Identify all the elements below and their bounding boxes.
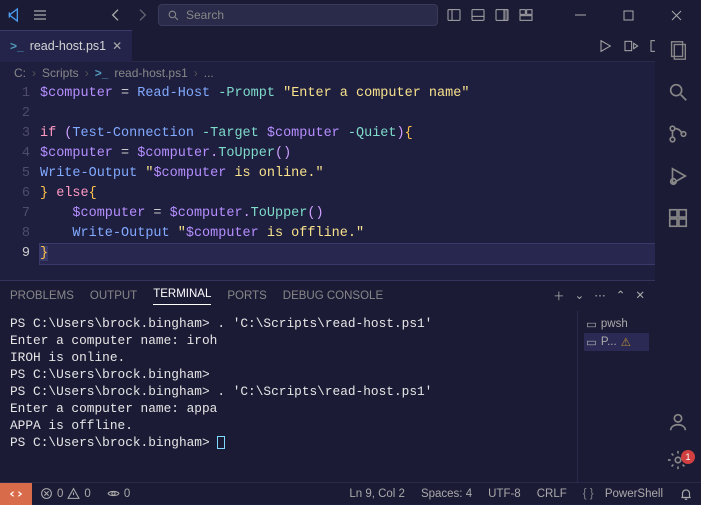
accounts-icon[interactable] xyxy=(666,410,690,434)
run-debug-icon[interactable] xyxy=(666,164,690,188)
line-number-gutter: 1 2 3 4 5 6 7 8 9 xyxy=(0,84,40,264)
window-close-button[interactable] xyxy=(656,0,696,30)
breadcrumb-seg-folder[interactable]: Scripts xyxy=(42,66,79,80)
status-cursor-position[interactable]: Ln 9, Col 2 xyxy=(341,488,413,500)
layout-customize-icon[interactable] xyxy=(518,7,534,23)
new-terminal-button[interactable]: ＋ xyxy=(553,288,565,304)
status-notifications-icon[interactable] xyxy=(671,487,701,501)
search-icon xyxy=(167,9,180,22)
warning-icon: ⚠ xyxy=(621,335,631,349)
panel-tab-debug-console[interactable]: DEBUG CONSOLE xyxy=(283,290,383,302)
code-content[interactable]: $computer = Read-Host -Prompt "Enter a c… xyxy=(40,84,701,264)
layout-sidebar-left-icon[interactable] xyxy=(446,7,462,23)
breadcrumb-seg-drive[interactable]: C: xyxy=(14,66,26,80)
explorer-icon[interactable] xyxy=(666,38,690,62)
bottom-panel: PROBLEMS OUTPUT TERMINAL PORTS DEBUG CON… xyxy=(0,280,655,482)
tab-close-button[interactable]: ✕ xyxy=(112,39,122,53)
breadcrumb-seg-file[interactable]: read-host.ps1 xyxy=(114,66,187,80)
close-panel-button[interactable]: ✕ xyxy=(635,288,645,304)
layout-panel-icon[interactable] xyxy=(470,7,486,23)
window-minimize-button[interactable] xyxy=(560,0,600,30)
powershell-file-icon: >_ xyxy=(95,66,109,80)
breadcrumb[interactable]: C: › Scripts › >_ read-host.ps1 › ... xyxy=(0,62,701,84)
panel-tab-output[interactable]: OUTPUT xyxy=(90,290,137,302)
terminal-shell-icon: ▭ xyxy=(586,317,597,331)
panel-tab-ports[interactable]: PORTS xyxy=(227,290,266,302)
status-encoding[interactable]: UTF-8 xyxy=(480,488,529,500)
status-indentation[interactable]: Spaces: 4 xyxy=(413,488,480,500)
layout-sidebar-right-icon[interactable] xyxy=(494,7,510,23)
terminal-dropdown-icon[interactable]: ⌄ xyxy=(575,288,585,304)
title-bar: Search xyxy=(0,0,701,30)
source-control-icon[interactable] xyxy=(666,122,690,146)
terminal-shell-icon: ▭ xyxy=(586,335,597,349)
bell-icon xyxy=(679,487,693,501)
search-placeholder: Search xyxy=(186,8,224,22)
panel-tab-terminal[interactable]: TERMINAL xyxy=(153,288,211,305)
panel-tab-problems[interactable]: PROBLEMS xyxy=(10,290,74,302)
error-icon xyxy=(40,487,53,500)
tab-read-host[interactable]: >_ read-host.ps1 ✕ xyxy=(0,30,132,62)
powershell-file-icon: >_ xyxy=(10,39,24,53)
notification-badge[interactable]: 1 xyxy=(681,450,695,464)
nav-forward-icon[interactable] xyxy=(134,7,150,23)
tab-label: read-host.ps1 xyxy=(30,39,106,53)
window-maximize-button[interactable] xyxy=(608,0,648,30)
breadcrumb-seg-more[interactable]: ... xyxy=(204,66,214,80)
terminal-item-pwsh[interactable]: ▭ pwsh xyxy=(584,315,649,333)
status-language-mode[interactable]: { } PowerShell xyxy=(575,488,671,500)
remote-indicator[interactable] xyxy=(0,483,32,505)
status-eol[interactable]: CRLF xyxy=(529,488,575,500)
status-bar: 0 0 0 Ln 9, Col 2 Spaces: 4 UTF-8 CRLF {… xyxy=(0,482,701,504)
extensions-icon[interactable] xyxy=(666,206,690,230)
terminal-list: ▭ pwsh ▭ P... ⚠ xyxy=(577,311,655,482)
vscode-logo-icon xyxy=(6,7,22,23)
status-ports[interactable]: 0 xyxy=(99,487,138,500)
panel-tab-bar: PROBLEMS OUTPUT TERMINAL PORTS DEBUG CON… xyxy=(0,281,655,311)
panel-more-icon[interactable]: ⋯ xyxy=(594,288,606,304)
run-selection-icon[interactable] xyxy=(623,38,639,54)
terminal-output[interactable]: PS C:\Users\brock.bingham> . 'C:\Scripts… xyxy=(0,311,577,482)
status-problems[interactable]: 0 0 xyxy=(32,487,99,500)
activity-bar: 1 xyxy=(655,30,701,482)
run-icon[interactable] xyxy=(597,38,613,54)
editor-tab-bar: >_ read-host.ps1 ✕ xyxy=(0,30,701,62)
nav-back-icon[interactable] xyxy=(108,7,124,23)
menu-icon[interactable] xyxy=(32,7,48,23)
maximize-panel-icon[interactable]: ⌃ xyxy=(616,288,626,304)
search-icon[interactable] xyxy=(666,80,690,104)
command-center-search[interactable]: Search xyxy=(158,4,438,26)
code-editor[interactable]: 1 2 3 4 5 6 7 8 9 $computer = Read-Host … xyxy=(0,84,701,264)
terminal-cursor xyxy=(217,436,225,449)
ports-icon xyxy=(107,487,120,500)
terminal-item-active[interactable]: ▭ P... ⚠ xyxy=(584,333,649,351)
warning-icon xyxy=(67,487,80,500)
